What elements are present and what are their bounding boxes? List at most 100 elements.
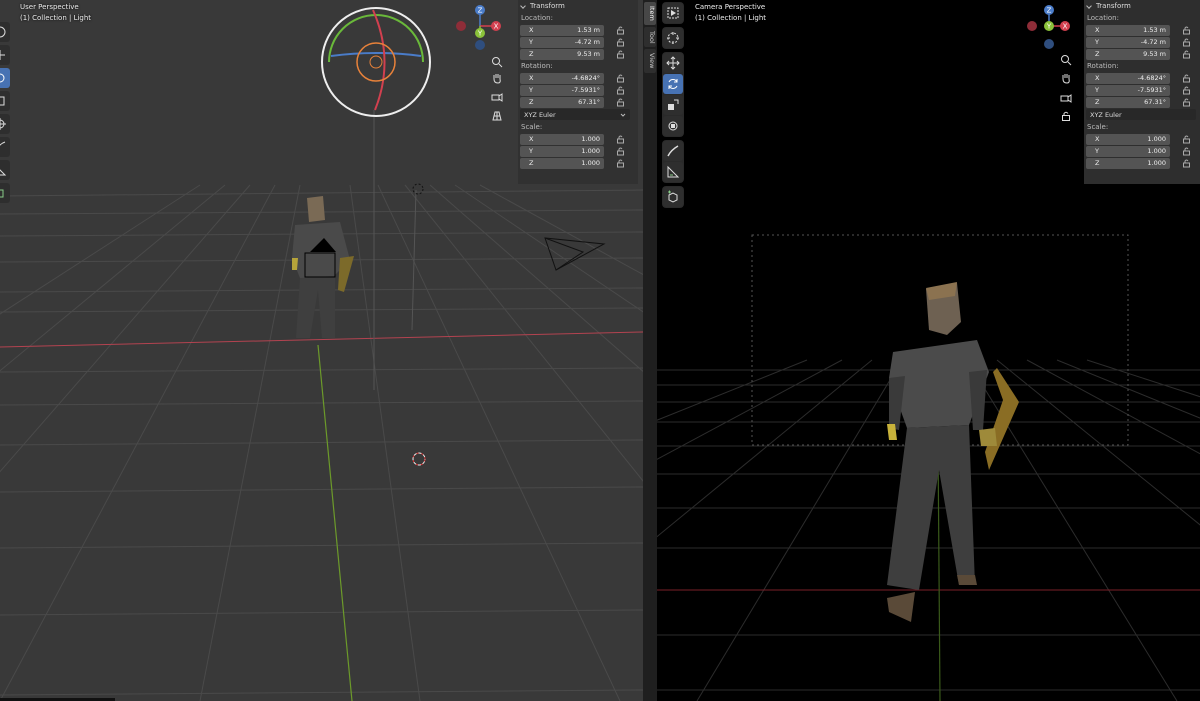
viewport-mode-label: User Perspective xyxy=(20,3,79,11)
axis-label: Z xyxy=(1095,98,1100,106)
lock-icon[interactable] xyxy=(616,85,626,95)
scale-x-field[interactable]: X 1.000 xyxy=(520,133,604,145)
move-icon xyxy=(0,50,5,60)
add-cube-tool[interactable] xyxy=(663,187,683,207)
rotate-tool[interactable] xyxy=(0,68,10,88)
camera-view-button[interactable] xyxy=(1058,90,1074,106)
field-value: 1.53 m xyxy=(577,26,600,34)
axis-label: X xyxy=(529,74,534,82)
axis-label: X xyxy=(1095,74,1100,82)
lock-icon[interactable] xyxy=(1182,37,1192,47)
rotate-tool[interactable] xyxy=(663,74,683,94)
add-cube-icon xyxy=(668,190,678,203)
cursor-tool[interactable] xyxy=(663,28,683,48)
rotation-mode-select[interactable]: XYZ Euler xyxy=(520,109,630,120)
zoom-button[interactable] xyxy=(1058,52,1074,68)
add-cube-icon xyxy=(0,189,4,198)
scale-z-field[interactable]: Z 1.000 xyxy=(520,157,604,169)
field-value: 1.000 xyxy=(1147,147,1166,155)
camera-view-button[interactable] xyxy=(489,89,505,105)
location-z-field[interactable]: Z 9.53 m xyxy=(1086,48,1170,60)
navigation-gizmo[interactable]: Z X Y xyxy=(452,4,506,52)
annotate-tool[interactable] xyxy=(663,141,683,161)
rotation-x-field[interactable]: X -4.6824° xyxy=(520,72,604,84)
location-x-field[interactable]: X 1.53 m xyxy=(520,24,604,36)
add-cube-tool[interactable] xyxy=(0,183,10,203)
rotation-mode-select[interactable]: XYZ Euler xyxy=(1086,109,1196,120)
select-box-tool[interactable] xyxy=(663,3,683,23)
select-value: XYZ Euler xyxy=(524,110,556,119)
scale-x-field[interactable]: X 1.000 xyxy=(1086,133,1170,145)
field-value: -4.72 m xyxy=(574,38,600,46)
camera-icon xyxy=(1060,94,1072,103)
axis-label: Z xyxy=(529,98,534,106)
perspective-toggle-button[interactable] xyxy=(489,108,505,124)
lock-icon[interactable] xyxy=(1182,97,1192,107)
scale-y-field[interactable]: Y 1.000 xyxy=(520,145,604,157)
lock-icon[interactable] xyxy=(1182,25,1192,35)
lock-icon[interactable] xyxy=(1182,134,1192,144)
lock-camera-button[interactable] xyxy=(1058,108,1074,124)
scale-icon xyxy=(0,96,5,106)
scale-z-field[interactable]: Z 1.000 xyxy=(1086,157,1170,169)
move-tool[interactable] xyxy=(0,45,10,65)
viewport-mode-label: Camera Perspective xyxy=(695,3,766,11)
cursor-tool[interactable] xyxy=(0,22,10,42)
viewport-separator: Item Tool View xyxy=(643,0,657,701)
location-label: Location: xyxy=(1087,14,1119,22)
field-value: 1.000 xyxy=(1147,135,1166,143)
measure-tool[interactable] xyxy=(0,160,10,180)
gizmo-x-label: X xyxy=(494,23,499,31)
right-toolbar xyxy=(662,2,684,208)
right-viewport[interactable]: Camera Perspective (1) Collection | Ligh… xyxy=(657,0,1200,701)
lock-icon[interactable] xyxy=(616,25,626,35)
scale-y-field[interactable]: Y 1.000 xyxy=(1086,145,1170,157)
rotation-z-field[interactable]: Z 67.31° xyxy=(1086,96,1170,108)
viewport-context-label: (1) Collection | Light xyxy=(695,14,767,22)
tab-item[interactable]: Item xyxy=(644,2,656,25)
lock-icon[interactable] xyxy=(616,134,626,144)
lock-icon[interactable] xyxy=(1182,146,1192,156)
transform-tool[interactable] xyxy=(663,116,683,136)
axis-label: Y xyxy=(1095,147,1099,155)
axis-label: Y xyxy=(529,147,533,155)
axis-label: Z xyxy=(529,50,534,58)
navigation-gizmo[interactable]: Z X Y xyxy=(1023,4,1077,52)
viewport-context-label: (1) Collection | Light xyxy=(20,14,92,22)
lock-icon[interactable] xyxy=(1182,49,1192,59)
scale-tool[interactable] xyxy=(663,95,683,115)
lock-icon[interactable] xyxy=(616,97,626,107)
location-x-field[interactable]: X 1.53 m xyxy=(1086,24,1170,36)
rotation-y-field[interactable]: Y -7.5931° xyxy=(520,84,604,96)
annotate-tool[interactable] xyxy=(0,137,10,157)
location-y-field[interactable]: Y -4.72 m xyxy=(520,36,604,48)
transform-header[interactable]: Transform xyxy=(1084,0,1200,12)
transform-tool[interactable] xyxy=(0,114,10,134)
left-viewport[interactable]: User Perspective (1) Collection | Light … xyxy=(0,0,643,701)
lock-icon[interactable] xyxy=(1182,73,1192,83)
pan-button[interactable] xyxy=(1058,70,1074,86)
transform-header[interactable]: Transform xyxy=(518,0,638,12)
measure-tool[interactable] xyxy=(663,162,683,182)
zoom-button[interactable] xyxy=(489,54,505,70)
location-z-field[interactable]: Z 9.53 m xyxy=(520,48,604,60)
tab-tool[interactable]: Tool xyxy=(644,26,656,48)
lock-icon[interactable] xyxy=(1182,85,1192,95)
lock-icon[interactable] xyxy=(616,49,626,59)
move-tool[interactable] xyxy=(663,53,683,73)
lock-icon[interactable] xyxy=(1182,158,1192,168)
scale-tool[interactable] xyxy=(0,91,10,111)
lock-icon[interactable] xyxy=(616,146,626,156)
lock-icon[interactable] xyxy=(616,37,626,47)
axis-label: X xyxy=(529,135,534,143)
rotation-z-field[interactable]: Z 67.31° xyxy=(520,96,604,108)
lock-icon[interactable] xyxy=(616,158,626,168)
axis-label: Z xyxy=(1095,159,1100,167)
rotation-y-field[interactable]: Y -7.5931° xyxy=(1086,84,1170,96)
location-y-field[interactable]: Y -4.72 m xyxy=(1086,36,1170,48)
tab-view[interactable]: View xyxy=(644,49,656,73)
lock-icon[interactable] xyxy=(616,73,626,83)
rotation-x-field[interactable]: X -4.6824° xyxy=(1086,72,1170,84)
field-value: -7.5931° xyxy=(571,86,600,94)
pan-button[interactable] xyxy=(489,70,505,86)
